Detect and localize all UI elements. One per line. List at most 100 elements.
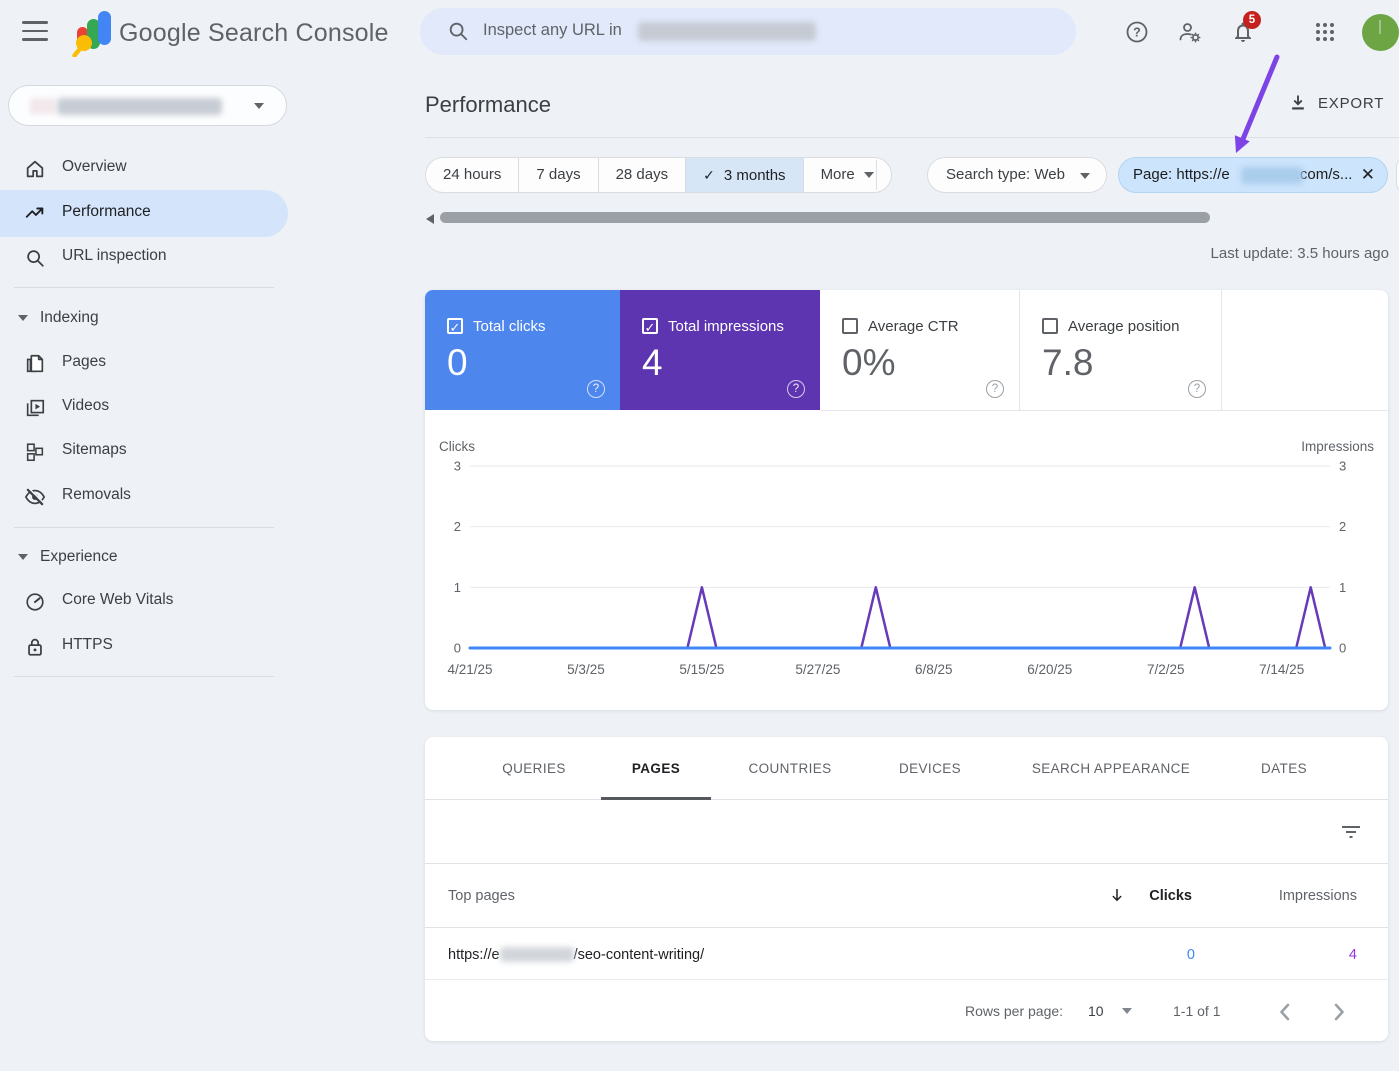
svg-text:Impressions: Impressions [1301,439,1374,454]
redacted-property-name [638,22,816,41]
page-title: Performance [425,92,551,117]
help-icon[interactable]: ? [1125,20,1149,44]
help-icon[interactable]: ? [986,380,1004,398]
user-settings-icon[interactable] [1178,20,1202,44]
pages-icon [26,354,44,373]
date-range-28-days[interactable]: 28 days [599,158,687,192]
svg-text:1: 1 [1339,580,1346,595]
average-ctr-card[interactable]: Average CTR 0% ? [820,290,1020,410]
search-console-logo-icon [72,9,116,57]
dimensions-table-panel: QUERIES PAGES COUNTRIES DEVICES SEARCH A… [425,737,1388,1041]
date-range-filter-group: 24 hours 7 days 28 days ✓ 3 months More [425,157,892,193]
performance-icon [25,207,44,218]
avatar[interactable] [1362,14,1399,51]
chevron-down-icon[interactable] [1122,1008,1132,1014]
search-icon [27,250,44,267]
svg-text:0: 0 [1339,641,1346,656]
horizontal-scrollbar[interactable] [440,212,1210,223]
sidebar-item-https[interactable]: HTTPS [0,625,288,669]
chevron-down-icon [18,554,28,560]
previous-page-button[interactable] [1271,998,1299,1026]
svg-text:5/3/25: 5/3/25 [567,662,605,677]
last-update-text: Last update: 3.5 hours ago [1210,245,1389,262]
total-impressions-card[interactable]: ✓ Total impressions 4 ? [620,290,820,410]
sidebar-item-overview[interactable]: Overview [0,147,288,191]
date-range-more-button[interactable]: More [804,158,891,192]
google-search-console-app: Google Search Console Inspect any URL in… [0,0,1399,1071]
page-filter-chip[interactable]: Page: https://e .com/s... ✕ [1118,157,1388,193]
tab-queries[interactable]: QUERIES [502,761,566,776]
tab-dates[interactable]: DATES [1261,761,1307,776]
rows-per-page-select[interactable]: 10 [1088,1003,1104,1019]
column-header-impressions[interactable]: Impressions [1279,888,1357,904]
download-icon [1292,95,1304,110]
sidebar-section-experience[interactable]: Experience [0,538,288,578]
divider [425,137,1399,138]
column-header-clicks[interactable]: Clicks [1149,888,1192,904]
total-clicks-card[interactable]: ✓ Total clicks 0 ? [425,290,620,410]
help-icon[interactable]: ? [787,380,805,398]
tab-countries[interactable]: COUNTRIES [748,761,831,776]
redacted-url-segment [1241,167,1303,184]
svg-text:3: 3 [454,459,461,474]
redacted-url-segment [499,946,574,962]
divider [876,160,877,190]
url-inspect-search-input[interactable]: Inspect any URL in [420,8,1076,55]
svg-text:3: 3 [1339,459,1346,474]
impressions-value-cell: 4 [1348,947,1357,963]
tab-search-appearance[interactable]: SEARCH APPEARANCE [1032,761,1190,776]
table-row[interactable]: https://e/seo-content-writing/ 0 4 [425,929,1388,980]
column-header-top-pages[interactable]: Top pages [448,888,515,904]
average-position-card[interactable]: Average position 7.8 ? [1020,290,1222,410]
divider [14,527,274,528]
apps-grid-icon[interactable] [1313,20,1337,44]
date-range-24-hours[interactable]: 24 hours [426,158,520,192]
svg-text:4/21/25: 4/21/25 [447,662,492,677]
pagination-bar: Rows per page: 10 1-1 of 1 [425,980,1388,1041]
close-icon[interactable]: ✕ [1361,158,1375,192]
rows-per-page-label: Rows per page: [965,1003,1064,1019]
sidebar-item-performance[interactable]: Performance [0,190,288,237]
checkbox-unchecked[interactable] [842,318,858,334]
tab-pages[interactable]: PAGES [632,761,680,776]
performance-line-chart: 0 0 1 1 2 2 3 3 4/21/25 5/3/25 5/15/25 5/27/25 6/8/2… [439,439,1374,677]
dimension-tabs: QUERIES PAGES COUNTRIES DEVICES SEARCH A… [425,737,1388,800]
help-icon[interactable]: ? [1188,380,1206,398]
chevron-down-icon [863,172,874,178]
checkbox-checked[interactable]: ✓ [642,318,658,335]
chevron-down-icon [1080,173,1090,179]
date-range-7-days[interactable]: 7 days [519,158,599,192]
check-icon: ✓ [703,167,715,183]
svg-text:6/8/25: 6/8/25 [915,662,953,677]
sidebar-item-pages[interactable]: Pages [0,342,288,386]
table-header-row: Top pages Clicks Impressions [425,864,1388,928]
chevron-down-icon [254,103,264,109]
lock-icon [28,638,42,656]
search-type-filter[interactable]: Search type: Web [927,157,1107,193]
sort-descending-icon[interactable] [1108,886,1126,904]
export-button[interactable]: EXPORT [1286,90,1396,118]
sidebar-item-videos[interactable]: Videos [0,386,288,430]
help-icon[interactable]: ? [587,380,605,398]
filter-icon[interactable] [1339,820,1363,844]
videos-icon [26,399,45,417]
redacted-property-name [57,98,222,115]
date-range-3-months[interactable]: ✓ 3 months [686,158,804,192]
page-url-cell[interactable]: https://e/seo-content-writing/ [448,946,704,963]
sidebar-item-sitemaps[interactable]: Sitemaps [0,430,288,474]
sidebar-item-core-web-vitals[interactable]: Core Web Vitals [0,580,288,624]
svg-text:1: 1 [454,580,461,595]
divider [820,410,1388,411]
tab-devices[interactable]: DEVICES [899,761,961,776]
svg-text:5/27/25: 5/27/25 [795,662,840,677]
sidebar-section-indexing[interactable]: Indexing [0,299,288,339]
next-page-button[interactable] [1325,998,1353,1026]
home-icon [26,160,44,178]
menu-icon[interactable] [22,21,48,41]
property-selector[interactable] [8,85,287,126]
sidebar-item-removals[interactable]: Removals [0,475,288,519]
scroll-left-arrow[interactable] [426,214,434,224]
checkbox-unchecked[interactable] [1042,318,1058,334]
checkbox-checked[interactable]: ✓ [447,318,463,335]
sidebar-item-url-inspection[interactable]: URL inspection [0,236,288,280]
